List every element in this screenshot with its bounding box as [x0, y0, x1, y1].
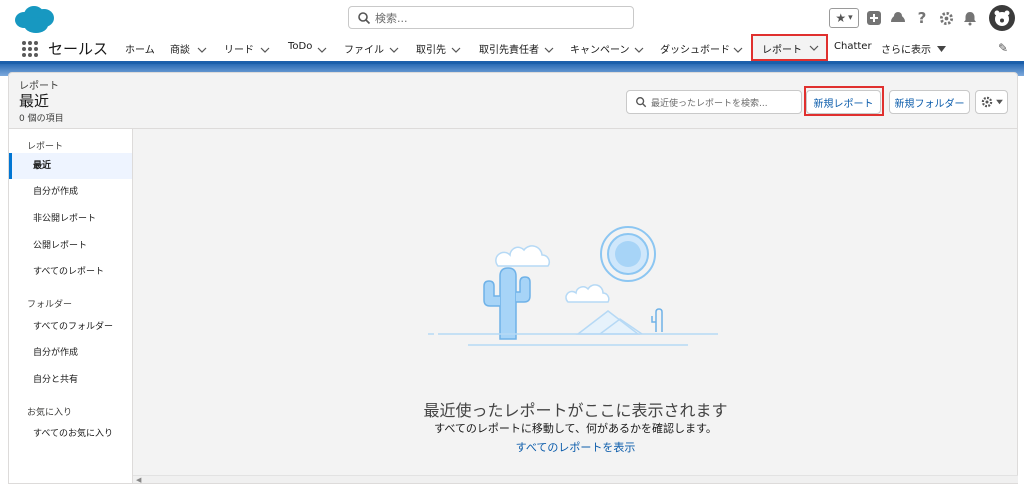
chevron-down-icon[interactable] — [451, 45, 461, 55]
sidebar-section-favorites: お気に入り — [27, 408, 73, 418]
report-list-main: 最近使ったレポートがここに表示されます すべてのレポートに移動して、何があるかを… — [133, 128, 1018, 484]
chevron-down-icon[interactable] — [317, 45, 327, 55]
nav-item-more[interactable]: さらに表示 — [881, 41, 931, 56]
nav-item-label: ToDo — [288, 41, 313, 52]
sidebar-item-recent[interactable]: 最近 — [9, 153, 132, 179]
nav-item-label: さらに表示 — [881, 45, 931, 56]
global-actions-add-icon[interactable] — [865, 9, 883, 27]
global-header: 検索... ★ ▾ ? — [0, 0, 1024, 36]
report-sidebar: レポート 最近 自分が作成 非公開レポート 公開レポート すべてのレポート フォ… — [8, 128, 133, 484]
app-launcher-icon[interactable] — [22, 41, 38, 57]
nav-item-reports-highlight[interactable]: レポート — [751, 34, 828, 61]
nav-item-accounts[interactable]: 取引先 — [416, 41, 446, 56]
chevron-down-icon: ▾ — [848, 13, 853, 23]
gear-icon[interactable] — [937, 9, 955, 27]
app-name: セールス — [48, 40, 109, 58]
global-search-input[interactable]: 検索... — [348, 6, 634, 29]
nav-item-campaigns[interactable]: キャンペーン — [570, 41, 630, 56]
report-search-placeholder: 最近使ったレポートを検索... — [651, 99, 768, 109]
caret-down-icon[interactable] — [937, 45, 946, 53]
list-settings-button[interactable] — [975, 90, 1008, 114]
new-folder-button[interactable]: 新規フォルダー — [889, 90, 970, 114]
sidebar-section-reports: レポート — [27, 142, 64, 152]
sidebar-section-folders: フォルダー — [27, 300, 73, 310]
chevron-down-icon[interactable] — [260, 45, 270, 55]
help-icon[interactable]: ? — [913, 9, 931, 27]
edit-nav-pencil-icon[interactable]: ✎ — [998, 41, 1008, 55]
star-icon: ★ — [835, 11, 847, 25]
nav-item-dashboards[interactable]: ダッシュボード — [660, 41, 730, 56]
nav-item-label: キャンペーン — [570, 45, 630, 56]
empty-state-subtitle: すべてのレポートに移動して、何があるかを確認します。 — [434, 422, 717, 435]
sidebar-item-shared-with-me[interactable]: 自分と共有 — [9, 367, 132, 393]
nav-item-todo[interactable]: ToDo — [288, 41, 312, 52]
sidebar-item-label: すべてのフォルダー — [33, 322, 114, 332]
nav-item-files[interactable]: ファイル — [344, 41, 384, 56]
chevron-down-icon[interactable] — [544, 45, 554, 55]
sidebar-item-label: すべてのレポート — [33, 267, 105, 277]
user-avatar[interactable] — [989, 5, 1015, 31]
app-navigation-bar: セールス ホーム 商談 リード ToDo ファイル 取引先 取引先責任者 キャン… — [0, 34, 1024, 64]
sidebar-item-label: 公開レポート — [33, 241, 88, 251]
nav-item-reports-label: レポート — [762, 45, 802, 56]
search-icon — [636, 97, 647, 108]
sidebar-item-label: すべてのお気に入り — [33, 429, 114, 439]
nav-item-leads[interactable]: リード — [224, 41, 254, 56]
nav-item-home[interactable]: ホーム — [125, 41, 155, 56]
nav-item-label: 取引先 — [416, 45, 446, 56]
sidebar-item-label: 自分が作成 — [33, 187, 79, 197]
chevron-down-icon[interactable] — [634, 45, 644, 55]
caret-down-icon — [995, 99, 1003, 105]
sidebar-item-all-favorites[interactable]: すべてのお気に入り — [9, 421, 132, 447]
sidebar-item-all-folders[interactable]: すべてのフォルダー — [9, 314, 132, 340]
desert-empty-state-illustration — [428, 226, 718, 346]
chevron-down-icon[interactable] — [389, 45, 399, 55]
sidebar-item-private-reports[interactable]: 非公開レポート — [9, 206, 132, 232]
notification-bell-icon[interactable] — [961, 9, 979, 27]
chevron-down-icon[interactable] — [197, 45, 207, 55]
search-placeholder: 検索... — [375, 12, 408, 25]
nav-item-label: ダッシュボード — [660, 45, 730, 56]
nav-item-chatter[interactable]: Chatter — [834, 41, 872, 52]
sidebar-item-public-reports[interactable]: 公開レポート — [9, 233, 132, 259]
sidebar-item-all-reports[interactable]: すべてのレポート — [9, 259, 132, 285]
empty-state-title: 最近使ったレポートがここに表示されます — [423, 401, 728, 420]
list-view-header: レポート 最近 0 個の項目 最近使ったレポートを検索... 新規レポート 新規… — [8, 72, 1018, 128]
nav-item-label: Chatter — [834, 41, 872, 52]
page-title: 最近 — [19, 92, 50, 110]
new-folder-label: 新規フォルダー — [894, 98, 965, 110]
sidebar-item-created-by-me[interactable]: 自分が作成 — [9, 179, 132, 205]
nav-item-label: ホーム — [125, 45, 155, 56]
new-report-highlight — [804, 86, 884, 116]
nav-item-label: ファイル — [344, 45, 384, 56]
favorites-button[interactable]: ★ ▾ — [829, 8, 859, 28]
nav-item-contacts[interactable]: 取引先責任者 — [479, 41, 539, 56]
view-all-reports-link[interactable]: すべてのレポートを表示 — [133, 439, 1018, 455]
scroll-left-arrow-icon[interactable]: ◀ — [136, 476, 141, 484]
nav-item-label: リード — [224, 45, 254, 56]
horizontal-scrollbar[interactable]: ◀ — [133, 475, 1018, 484]
report-search-input[interactable]: 最近使ったレポートを検索... — [626, 90, 802, 114]
nav-item-opportunities[interactable]: 商談 — [170, 41, 190, 56]
sidebar-item-label: 最近 — [33, 161, 52, 171]
item-count: 0 個の項目 — [19, 114, 64, 124]
trailhead-icon[interactable] — [889, 9, 907, 27]
header-utility-icons: ★ ▾ ? — [829, 5, 1015, 31]
nav-item-label: 商談 — [170, 45, 190, 56]
chevron-down-icon[interactable] — [733, 45, 743, 55]
chevron-down-icon[interactable] — [809, 43, 819, 53]
sidebar-item-label: 自分が作成 — [33, 348, 79, 358]
search-icon — [358, 12, 371, 25]
sidebar-item-label: 自分と共有 — [33, 375, 79, 385]
sidebar-item-label: 非公開レポート — [33, 214, 97, 224]
sidebar-item-folders-created-by-me[interactable]: 自分が作成 — [9, 340, 132, 366]
salesforce-logo[interactable] — [12, 4, 56, 34]
gear-icon — [981, 96, 992, 108]
nav-item-label: 取引先責任者 — [479, 45, 539, 56]
